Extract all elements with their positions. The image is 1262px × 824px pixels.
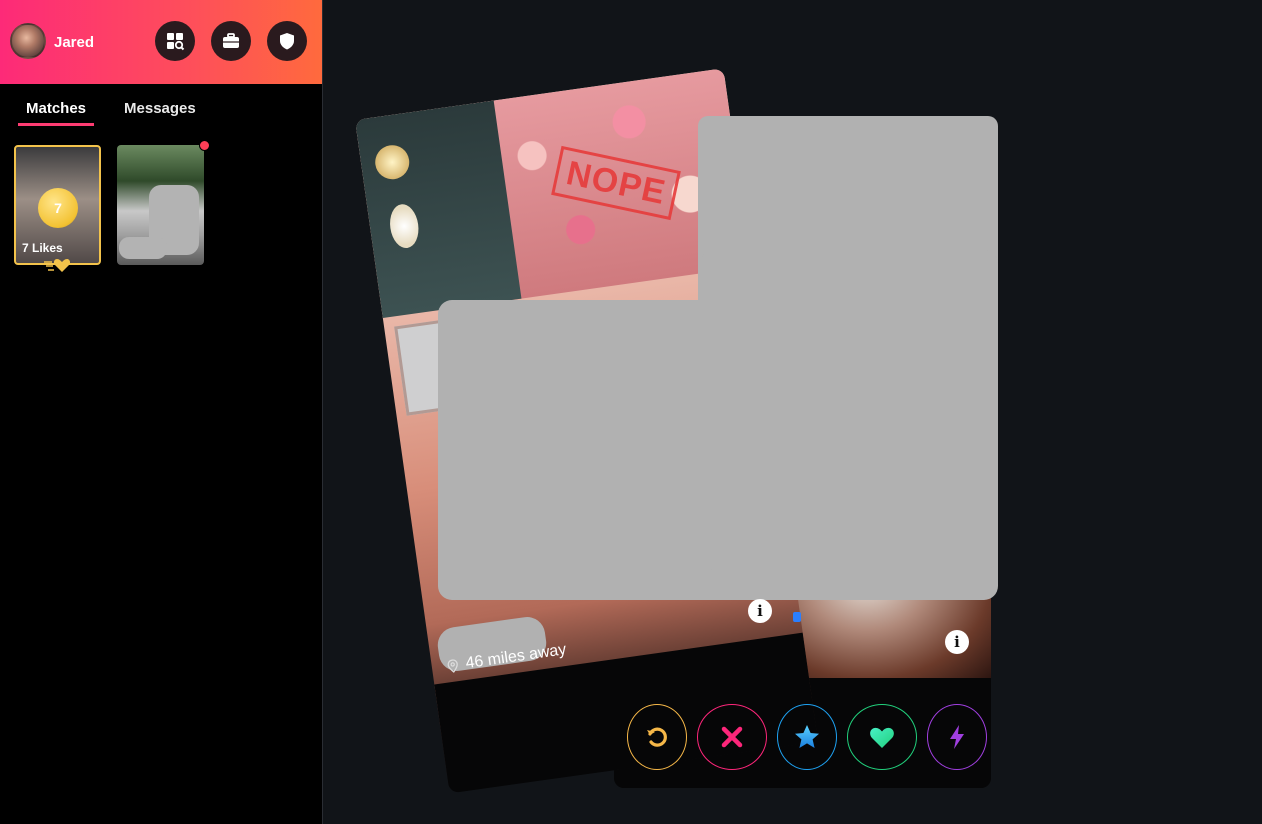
explore-icon — [167, 33, 185, 51]
rewind-icon — [647, 727, 667, 747]
like-button[interactable] — [847, 704, 917, 770]
likes-card[interactable]: 7 7 Likes — [14, 145, 101, 265]
sidebar: Jared Matches Messages 7 7 Likes — [0, 0, 323, 824]
safety-button[interactable] — [267, 21, 307, 61]
info-button[interactable]: i — [748, 599, 772, 623]
redacted-area — [700, 250, 998, 570]
location-pin-icon — [447, 659, 458, 673]
nope-button[interactable] — [697, 704, 767, 770]
avatar[interactable] — [10, 23, 46, 59]
tab-matches[interactable]: Matches — [18, 98, 95, 126]
gold-heart-icon — [44, 259, 70, 272]
super-like-button[interactable] — [777, 704, 837, 770]
new-match-indicator — [199, 140, 210, 151]
photo-background — [355, 100, 522, 319]
info-button[interactable]: i — [945, 630, 969, 654]
explore-button[interactable] — [155, 21, 195, 61]
briefcase-icon — [223, 33, 239, 48]
match-card[interactable] — [117, 145, 204, 265]
rewind-button[interactable] — [627, 704, 687, 770]
redacted-area — [119, 237, 167, 259]
work-mode-button[interactable] — [211, 21, 251, 61]
nope-icon — [721, 726, 743, 748]
likes-label: 7 Likes — [22, 241, 63, 255]
sidebar-tabs: Matches Messages — [18, 98, 204, 126]
swipe-actions — [627, 704, 987, 770]
likes-count-badge: 7 — [38, 188, 78, 228]
shield-icon — [280, 33, 294, 50]
boost-icon — [950, 725, 964, 749]
boost-button[interactable] — [927, 704, 987, 770]
tab-messages[interactable]: Messages — [116, 98, 204, 126]
super-like-icon — [795, 725, 819, 748]
verified-icon — [793, 612, 801, 622]
user-name[interactable]: Jared — [54, 34, 94, 51]
sidebar-header: Jared — [0, 0, 322, 84]
like-icon — [870, 727, 894, 748]
